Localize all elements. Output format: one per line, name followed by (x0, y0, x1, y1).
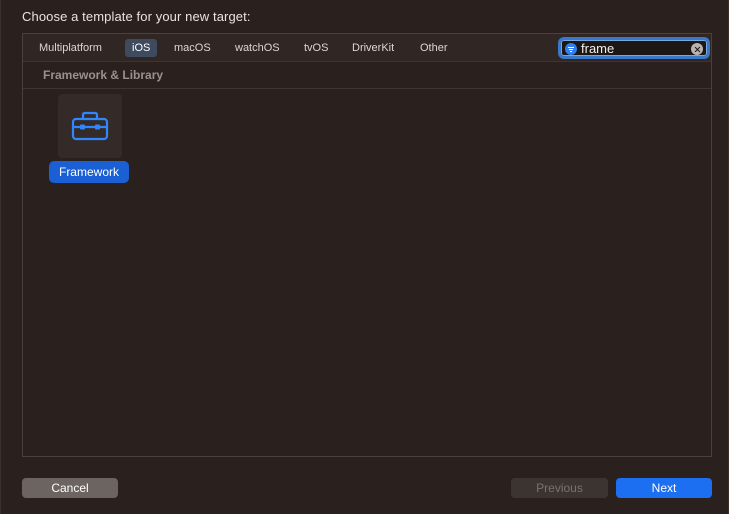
tab-ios[interactable]: iOS (125, 39, 158, 57)
platform-tab-bar: Multiplatform iOS macOS watchOS tvOS Dri… (23, 34, 711, 62)
toolbox-icon (71, 111, 109, 141)
next-button[interactable]: Next (616, 478, 712, 498)
previous-button[interactable]: Previous (511, 478, 608, 498)
clear-icon[interactable] (691, 43, 703, 55)
section-divider (23, 88, 711, 89)
template-search-field[interactable] (558, 37, 710, 59)
cancel-button[interactable]: Cancel (22, 478, 118, 498)
filter-icon[interactable] (565, 43, 577, 55)
dialog-heading: Choose a template for your new target: (22, 9, 251, 24)
template-item-framework[interactable]: Framework (49, 92, 131, 184)
tab-tvos[interactable]: tvOS (297, 39, 335, 57)
new-target-dialog: Choose a template for your new target: M… (0, 0, 729, 514)
tab-macos[interactable]: macOS (167, 39, 218, 57)
template-icon-tile (58, 94, 122, 158)
template-panel: Multiplatform iOS macOS watchOS tvOS Dri… (22, 33, 712, 457)
tab-watchos[interactable]: watchOS (228, 39, 287, 57)
tab-multiplatform[interactable]: Multiplatform (32, 39, 109, 57)
search-field-frame (561, 40, 707, 57)
template-label-framework: Framework (49, 161, 129, 183)
tab-driverkit[interactable]: DriverKit (345, 39, 401, 57)
section-title: Framework & Library (43, 68, 164, 82)
search-input[interactable] (581, 41, 686, 57)
tab-other[interactable]: Other (413, 39, 455, 57)
